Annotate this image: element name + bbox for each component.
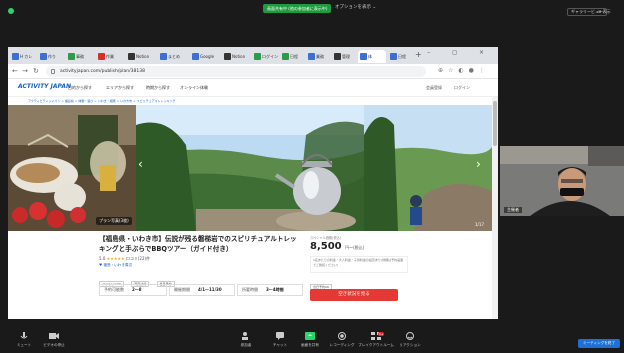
favicon-icon: [390, 53, 397, 60]
browser-tab[interactable]: 日程: [280, 50, 304, 63]
back-icon[interactable]: ←: [12, 67, 18, 75]
rating-score: 5.0: [99, 256, 106, 261]
browser-tab[interactable]: H カレ: [10, 50, 34, 63]
participant-video[interactable]: 主催者: [500, 146, 624, 216]
photo-caption: プラン写真(3枚): [96, 217, 132, 225]
nav-area[interactable]: エリアから探す: [106, 85, 134, 91]
favicon-icon: [282, 53, 289, 60]
chat-icon: [276, 332, 284, 340]
favicon-icon: [160, 53, 167, 60]
browser-tab[interactable]: 作業: [96, 50, 122, 63]
zoom-top-bar: 画面共有中 (他の参加者に表示中) オプションを表示 ⌄ ギャラリービュー ⊞ …: [0, 0, 624, 22]
nav-online[interactable]: オンライン体験: [180, 85, 208, 91]
favicon-icon: [224, 53, 231, 60]
location-link[interactable]: ♥ 福島・いわき周辺: [99, 263, 132, 268]
browser-tab[interactable]: 日程: [388, 50, 412, 63]
favicon-icon: [12, 53, 19, 60]
zoom-toolbar: ミュート ビデオの停止 参加者 チャット 画面を共有 レコーディング ブレイクア…: [0, 330, 624, 353]
info-period: 開催期間 4/1〜11/30: [169, 284, 235, 296]
breadcrumb[interactable]: アクティビティジャパン > 福島県 > 体験・遊び > いわき・相馬 > いわき…: [28, 99, 175, 103]
browser-tab-active[interactable]: 体: [358, 50, 386, 63]
participant-image: [500, 146, 624, 216]
booking-note: 1名あたりの料金・大人料金・子供料金の設定あり(詳細は予約画面でご確認ください): [310, 256, 408, 273]
browser-tab[interactable]: 作り: [38, 50, 62, 63]
favicon-icon: [68, 53, 75, 60]
scroll-thumb[interactable]: [493, 101, 497, 146]
check-availability-button[interactable]: 空き状況を見る: [310, 289, 398, 301]
browser-tab[interactable]: 業務: [306, 50, 330, 63]
favicon-icon: [128, 53, 135, 60]
browser-tab[interactable]: Google: [190, 50, 220, 63]
record-icon: [338, 332, 346, 340]
page-scrollbar[interactable]: [492, 97, 498, 319]
nav-purpose[interactable]: 目的から探す: [68, 85, 92, 91]
lock-icon: [51, 69, 55, 74]
favicon-icon: [334, 53, 341, 60]
booking-panel: スペシャル価格(税込) 8,500 円〜(税込) 1名あたりの料金・大人料金・子…: [310, 235, 408, 292]
reactions-button[interactable]: リアクション: [390, 332, 430, 348]
new-tab-button[interactable]: +: [415, 50, 422, 59]
favicon-icon: [192, 53, 199, 60]
hiker-photo: [364, 105, 492, 231]
notification-badge: 1+: [378, 332, 385, 336]
window-controls[interactable]: – ◻ ×: [427, 49, 494, 56]
view-menu-button[interactable]: ⊞ 表示: [598, 9, 611, 15]
gallery-prev-icon[interactable]: ‹: [138, 157, 143, 171]
login-link[interactable]: ログイン: [454, 85, 470, 91]
site-header: ACTIVITY JAPAN 目的から探す エリアから探す 時期から探す オンラ…: [8, 79, 498, 97]
shared-browser-window: H カレ 作り 事務 作業 Notion まとめ Google Notion ロ…: [8, 47, 498, 319]
gallery-photo[interactable]: プラン写真(3枚): [8, 105, 136, 231]
participants-icon: [242, 332, 248, 340]
forward-icon[interactable]: →: [22, 67, 28, 75]
browser-tab[interactable]: Notion: [126, 50, 154, 63]
info-capacity: 予約可能数 2〜8: [99, 284, 167, 296]
camera-icon: [49, 333, 59, 339]
browser-tab[interactable]: ログイン: [252, 50, 278, 63]
favicon-icon: [254, 53, 261, 60]
favicon-icon: [98, 53, 105, 60]
share-screen-icon: [305, 332, 315, 340]
price: 8,500 円〜(税込): [310, 241, 365, 252]
browser-tab[interactable]: まとめ: [158, 50, 186, 63]
food-photo: [8, 105, 136, 231]
url-input[interactable]: activityjapan.com/publish/plan/38138: [46, 66, 426, 77]
photo-gallery[interactable]: プラン写真(3枚) ‹ › 1/17: [8, 105, 492, 231]
favicon-icon: [308, 53, 315, 60]
gallery-photo[interactable]: › 1/17: [364, 105, 492, 231]
gallery-next-icon[interactable]: ›: [476, 157, 481, 171]
end-meeting-button[interactable]: ミーティングを終了: [578, 339, 620, 348]
favicon-icon: [360, 53, 367, 60]
signup-link[interactable]: 会員登録: [426, 85, 442, 91]
plan-title: 【福島県・いわき市】伝説が残る磐梯岩でのスピリチュアルトレッキングと手ぶらでBB…: [99, 235, 297, 253]
nav-season[interactable]: 時期から探す: [146, 85, 170, 91]
reload-icon[interactable]: ↻: [33, 67, 39, 75]
screen-share-banner: 画面共有中 (他の参加者に表示中): [263, 4, 332, 13]
address-bar-row: ← → ↻ activityjapan.com/publish/plan/381…: [8, 64, 498, 79]
review-count[interactable]: 口コミ(22)件: [126, 256, 150, 261]
smiley-icon: [406, 332, 414, 340]
stop-video-button[interactable]: ビデオの停止: [34, 332, 74, 348]
photo-counter: 1/17: [475, 222, 484, 227]
site-logo[interactable]: ACTIVITY JAPAN: [18, 83, 71, 90]
star-icons: ★★★★★: [106, 256, 125, 261]
rating[interactable]: 5.0 ★★★★★ 口コミ(22)件: [99, 256, 150, 262]
browser-tab[interactable]: 事務: [66, 50, 92, 63]
mountain-kettle-photo: [136, 105, 364, 231]
gallery-photo-main[interactable]: ‹: [136, 105, 364, 231]
info-duration: 所要時間 3〜4時間: [237, 284, 303, 296]
view-options-button[interactable]: オプションを表示 ⌄: [335, 4, 376, 10]
extension-icons[interactable]: ⊕☆◐●⋮: [438, 67, 490, 74]
participant-name: 主催者: [504, 207, 522, 213]
browser-tab[interactable]: 管理: [332, 50, 356, 63]
favicon-icon: [40, 53, 47, 60]
browser-tab[interactable]: Notion: [222, 50, 250, 63]
microphone-icon: [20, 332, 28, 339]
tab-bar: H カレ 作り 事務 作業 Notion まとめ Google Notion ロ…: [8, 47, 498, 64]
shield-icon[interactable]: [8, 8, 14, 14]
